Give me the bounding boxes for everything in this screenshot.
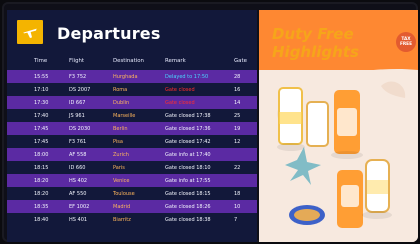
column-destination: Destination xyxy=(113,58,144,64)
flight-gate: 22 xyxy=(234,165,241,171)
flight-row: 17:45 F3 761 Pisa Gate closed 17:42 12 xyxy=(7,135,257,148)
departures-board: Departures Time Flight Destination Remar… xyxy=(7,10,257,242)
promo-headline-line-1: Duty Free xyxy=(272,25,354,43)
flight-row: 18:40 HS 401 Biarritz Gate closed 18:38 7 xyxy=(7,213,257,226)
flight-number: AF 558 xyxy=(69,152,87,158)
flight-gate: 16 xyxy=(234,87,241,93)
flight-number: DS 2030 xyxy=(69,126,91,132)
flight-row: 15:55 F3 752 Hurghada Delayed to 17:50 28 xyxy=(7,70,257,83)
flight-gate: 19 xyxy=(234,126,241,132)
flight-gate: 14 xyxy=(234,100,241,106)
flight-remark: Gate closed 17:36 xyxy=(165,126,211,132)
flight-number: ID 667 xyxy=(69,100,86,106)
flight-row: 17:40 JS 961 Marseille Gate closed 17:38 25 xyxy=(7,109,257,122)
board-header: Departures xyxy=(7,10,257,52)
flight-remark: Gate info at 17:40 xyxy=(165,152,211,158)
board-title: Departures xyxy=(57,24,161,43)
flight-time: 17:45 xyxy=(34,139,49,145)
flight-destination: Venice xyxy=(113,178,130,184)
flight-destination: Pisa xyxy=(113,139,123,145)
flight-gate: 25 xyxy=(234,113,241,119)
flight-gate: 10 xyxy=(234,204,241,210)
flight-number: ID 660 xyxy=(69,165,86,171)
flight-remark: Gate closed xyxy=(165,100,195,106)
flight-number: HS 401 xyxy=(69,217,88,223)
column-gate: Gate xyxy=(234,58,247,64)
flight-time: 18:35 xyxy=(34,204,49,210)
promo-headline: Duty Free Highlights xyxy=(272,25,359,61)
tax-free-badge: TAX FREE xyxy=(396,32,416,52)
flight-time: 18:15 xyxy=(34,165,49,171)
flight-row: 18:00 AF 558 Zurich Gate info at 17:40 xyxy=(7,148,257,161)
column-time: Time xyxy=(34,58,48,64)
flight-time: 18:00 xyxy=(34,152,49,158)
duty-free-ad: Duty Free Highlights TAX FREE xyxy=(259,10,418,242)
flight-destination: Roma xyxy=(113,87,128,93)
flight-row: 18:15 ID 660 Paris Gate closed 18:10 22 xyxy=(7,161,257,174)
flight-remark: Gate info at 17:55 xyxy=(165,178,211,184)
flight-destination: Paris xyxy=(113,165,125,171)
flight-destination: Marseille xyxy=(113,113,136,119)
flight-row: 18:20 HS 402 Venice Gate info at 17:55 xyxy=(7,174,257,187)
flight-time: 17:40 xyxy=(34,113,49,119)
flight-destination: Dublin xyxy=(113,100,130,106)
flight-row: 17:30 ID 667 Dublin Gate closed 14 xyxy=(7,96,257,109)
flight-remark: Gate closed 17:38 xyxy=(165,113,211,119)
promo-headline-line-2: Highlights xyxy=(272,43,359,61)
flight-destination: Toulouse xyxy=(113,191,135,197)
flight-remark: Gate closed 18:38 xyxy=(165,217,211,223)
airplane-icon xyxy=(23,28,37,38)
tax-free-badge-line-2: FREE xyxy=(399,42,413,47)
column-remark: Remark xyxy=(165,58,186,64)
flight-gate: 7 xyxy=(234,217,238,223)
flight-number: JS 961 xyxy=(69,113,85,119)
flight-remark: Delayed to 17:50 xyxy=(165,74,209,80)
flight-number: EF 1002 xyxy=(69,204,90,210)
flight-number: F3 761 xyxy=(69,139,87,145)
flight-gate: 12 xyxy=(234,139,241,145)
flight-destination: Madrid xyxy=(113,204,131,210)
airline-logo xyxy=(17,20,43,44)
column-flight: Flight xyxy=(69,58,85,64)
flight-number: F3 752 xyxy=(69,74,87,80)
flight-number: DS 2007 xyxy=(69,87,91,93)
flight-time: 17:30 xyxy=(34,100,49,106)
flight-time: 17:10 xyxy=(34,87,49,93)
flight-destination: Berlin xyxy=(113,126,128,132)
flight-row: 18:35 EF 1002 Madrid Gate closed 18:26 10 xyxy=(7,200,257,213)
flight-number: HS 402 xyxy=(69,178,88,184)
flight-destination: Biarritz xyxy=(113,217,131,223)
flight-time: 18:20 xyxy=(34,178,49,184)
flight-number: AF 550 xyxy=(69,191,87,197)
flight-remark: Gate closed 18:15 xyxy=(165,191,211,197)
flight-row: 17:10 DS 2007 Roma Gate closed 16 xyxy=(7,83,257,96)
flight-gate: 28 xyxy=(234,74,241,80)
flight-time: 18:40 xyxy=(34,217,49,223)
flight-destination: Zurich xyxy=(113,152,129,158)
flight-gate: 18 xyxy=(234,191,241,197)
flight-remark: Gate closed 17:42 xyxy=(165,139,211,145)
column-headers: Time Flight Destination Remark Gate xyxy=(7,53,257,69)
flight-remark: Gate closed 18:26 xyxy=(165,204,211,210)
flight-destination: Hurghada xyxy=(113,74,138,80)
flight-row: 18:20 AF 550 Toulouse Gate closed 18:15 18 xyxy=(7,187,257,200)
flight-time: 15:55 xyxy=(34,74,49,80)
flight-row: 17:45 DS 2030 Berlin Gate closed 17:36 19 xyxy=(7,122,257,135)
flight-time: 17:45 xyxy=(34,126,49,132)
flight-remark: Gate closed xyxy=(165,87,195,93)
flight-time: 18:20 xyxy=(34,191,49,197)
flight-remark: Gate closed 18:10 xyxy=(165,165,211,171)
display-screen: Departures Time Flight Destination Remar… xyxy=(2,2,418,242)
